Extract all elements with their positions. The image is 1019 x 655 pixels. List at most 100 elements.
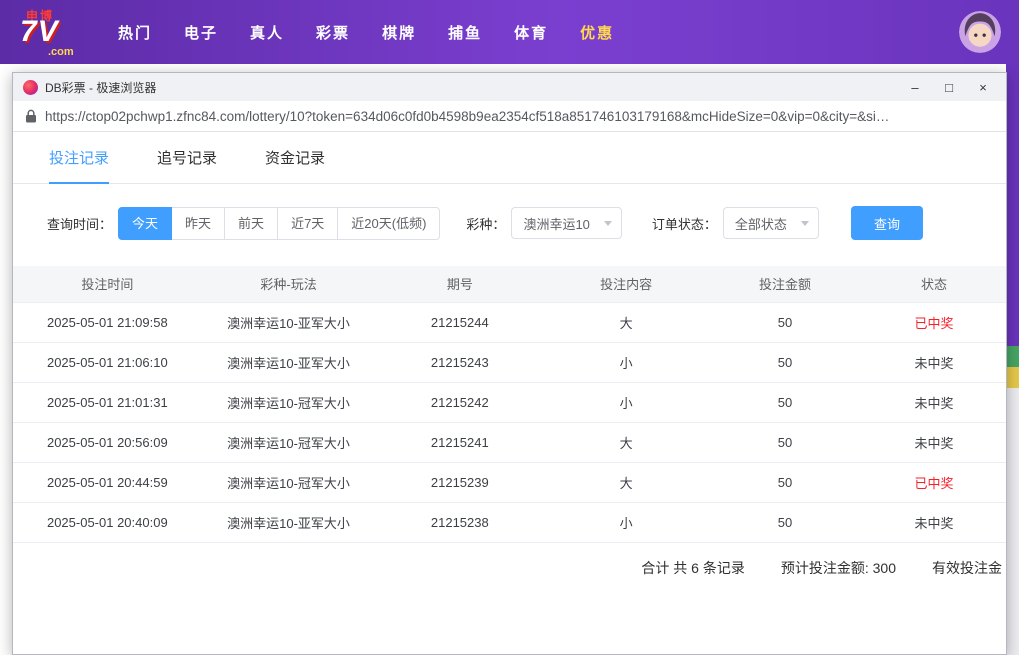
query-button[interactable]: 查询 [850, 206, 923, 240]
cell-amount: 50 [708, 382, 862, 423]
tab-bet-records[interactable]: 投注记录 [49, 132, 110, 184]
table-row: 2025-05-01 20:40:09 澳洲幸运10-亚军大小 21215238… [13, 502, 1006, 543]
status-badge: 未中奖 [861, 422, 1006, 463]
cell-content: 大 [544, 422, 709, 463]
page-content: 投注记录 追号记录 资金记录 查询时间： 今天 昨天 前天 近7天 近20天(低… [13, 132, 1006, 654]
tab-funds-records[interactable]: 资金记录 [265, 132, 325, 183]
minimize-button[interactable]: – [898, 74, 932, 100]
col-header-game: 彩种-玩法 [201, 266, 376, 303]
table-row: 2025-05-01 21:01:31 澳洲幸运10-冠军大小 21215242… [13, 382, 1006, 423]
nav-item-lottery[interactable]: 彩票 [316, 22, 350, 43]
browser-window: DB彩票 - 极速浏览器 – □ × https://ctop02pchwp1.… [12, 72, 1007, 655]
record-tabs: 投注记录 追号记录 资金记录 [13, 132, 1006, 184]
cell-game: 澳洲幸运10-亚军大小 [201, 502, 376, 543]
window-title: DB彩票 - 极速浏览器 [45, 80, 157, 95]
avatar-image [959, 11, 1001, 53]
cell-amount: 50 [708, 462, 862, 503]
cell-time: 2025-05-01 20:40:09 [13, 502, 202, 543]
nav-item-slots[interactable]: 电子 [184, 22, 218, 43]
col-header-time: 投注时间 [13, 266, 202, 303]
close-button[interactable]: × [966, 74, 1000, 100]
time-last20-button[interactable]: 近20天(低频) [337, 206, 441, 240]
summary-bar: 合计 共 6 条记录 预计投注金额: 300 有效投注金 [13, 543, 1006, 592]
col-header-status: 状态 [861, 266, 1006, 303]
cell-game: 澳洲幸运10-亚军大小 [201, 302, 376, 343]
cell-game: 澳洲幸运10-冠军大小 [201, 382, 376, 423]
status-badge: 未中奖 [861, 382, 1006, 423]
cell-content: 小 [544, 382, 709, 423]
summary-valid-amount: 有效投注金 [932, 559, 1002, 576]
tab-chase-records[interactable]: 追号记录 [157, 132, 217, 183]
background-fragment-light [1006, 388, 1019, 655]
nav-item-promotions[interactable]: 优惠 [580, 22, 614, 43]
cell-time: 2025-05-01 21:09:58 [13, 302, 202, 343]
summary-total: 合计 共 6 条记录 [641, 559, 745, 576]
cell-amount: 50 [708, 302, 862, 343]
window-title-bar[interactable]: DB彩票 - 极速浏览器 – □ × [13, 73, 1006, 101]
lottery-type-value: 澳洲幸运10 [523, 216, 590, 232]
summary-expected-amount: 预计投注金额: 300 [780, 559, 896, 576]
col-header-content: 投注内容 [544, 266, 709, 303]
filter-bar: 查询时间： 今天 昨天 前天 近7天 近20天(低频) 彩种： 澳洲幸运10 订… [13, 206, 1006, 240]
background-fragment-green [1006, 346, 1019, 367]
col-header-issue: 期号 [375, 266, 545, 303]
order-status-select[interactable]: 全部状态 [722, 207, 819, 239]
nav-item-hot[interactable]: 热门 [118, 22, 152, 43]
window-controls: – □ × [898, 74, 1000, 100]
main-nav: 热门 电子 真人 彩票 棋牌 捕鱼 体育 优惠 [118, 22, 614, 43]
maximize-button[interactable]: □ [932, 74, 966, 100]
status-badge: 未中奖 [861, 342, 1006, 383]
status-badge: 未中奖 [861, 502, 1006, 543]
time-day-before-button[interactable]: 前天 [224, 206, 279, 240]
time-yesterday-button[interactable]: 昨天 [171, 206, 226, 240]
nav-item-board-games[interactable]: 棋牌 [382, 22, 416, 43]
table-row: 2025-05-01 21:09:58 澳洲幸运10-亚军大小 21215244… [13, 302, 1006, 343]
query-time-label: 查询时间： [47, 216, 113, 232]
cell-amount: 50 [708, 342, 862, 383]
table-row: 2025-05-01 20:44:59 澳洲幸运10-冠军大小 21215239… [13, 462, 1006, 503]
cell-issue: 21215242 [375, 382, 545, 423]
cell-content: 小 [544, 502, 709, 543]
url-text: https://ctop02pchwp1.zfnc84.com/lottery/… [45, 108, 890, 124]
chevron-down-icon [603, 220, 612, 226]
user-avatar[interactable] [959, 11, 1001, 53]
cell-issue: 21215243 [375, 342, 545, 383]
cell-issue: 21215244 [375, 302, 545, 343]
table-header-row: 投注时间 彩种-玩法 期号 投注内容 投注金额 状态 [13, 266, 1006, 303]
logo-text-main: 7V [20, 15, 59, 48]
cell-issue: 21215238 [375, 502, 545, 543]
nav-item-live[interactable]: 真人 [250, 22, 284, 43]
cell-amount: 50 [708, 422, 862, 463]
cell-amount: 50 [708, 502, 862, 543]
cell-content: 小 [544, 342, 709, 383]
status-badge: 已中奖 [861, 462, 1006, 503]
background-strip [1006, 64, 1019, 346]
background-fragment-yellow [1006, 367, 1019, 388]
time-today-button[interactable]: 今天 [118, 206, 173, 240]
lock-icon [25, 109, 37, 123]
lottery-type-select[interactable]: 澳洲幸运10 [511, 207, 622, 239]
table-row: 2025-05-01 21:06:10 澳洲幸运10-亚军大小 21215243… [13, 342, 1006, 383]
cell-issue: 21215239 [375, 462, 545, 503]
site-logo[interactable]: 申博 7V .com [18, 7, 88, 58]
cell-time: 2025-05-01 21:06:10 [13, 342, 202, 383]
cell-content: 大 [544, 462, 709, 503]
cell-issue: 21215241 [375, 422, 545, 463]
cell-game: 澳洲幸运10-冠军大小 [201, 422, 376, 463]
favicon-icon [23, 79, 38, 95]
cell-time: 2025-05-01 21:01:31 [13, 382, 202, 423]
cell-time: 2025-05-01 20:56:09 [13, 422, 202, 463]
col-header-amount: 投注金额 [708, 266, 862, 303]
cell-game: 澳洲幸运10-亚军大小 [201, 342, 376, 383]
logo-text-bottom: .com [48, 46, 74, 58]
table-row: 2025-05-01 20:56:09 澳洲幸运10-冠军大小 21215241… [13, 422, 1006, 463]
order-status-label: 订单状态： [651, 216, 717, 232]
time-range-group: 今天 昨天 前天 近7天 近20天(低频) [118, 206, 441, 240]
lottery-type-label: 彩种： [466, 216, 506, 232]
order-status-value: 全部状态 [734, 216, 787, 232]
nav-item-fishing[interactable]: 捕鱼 [448, 22, 482, 43]
address-bar[interactable]: https://ctop02pchwp1.zfnc84.com/lottery/… [13, 101, 1006, 132]
screen: 申博 7V .com 热门 电子 真人 彩票 棋牌 捕鱼 体育 优惠 DB彩票 … [0, 0, 1019, 655]
nav-item-sports[interactable]: 体育 [514, 22, 548, 43]
time-last7-button[interactable]: 近7天 [277, 206, 339, 240]
